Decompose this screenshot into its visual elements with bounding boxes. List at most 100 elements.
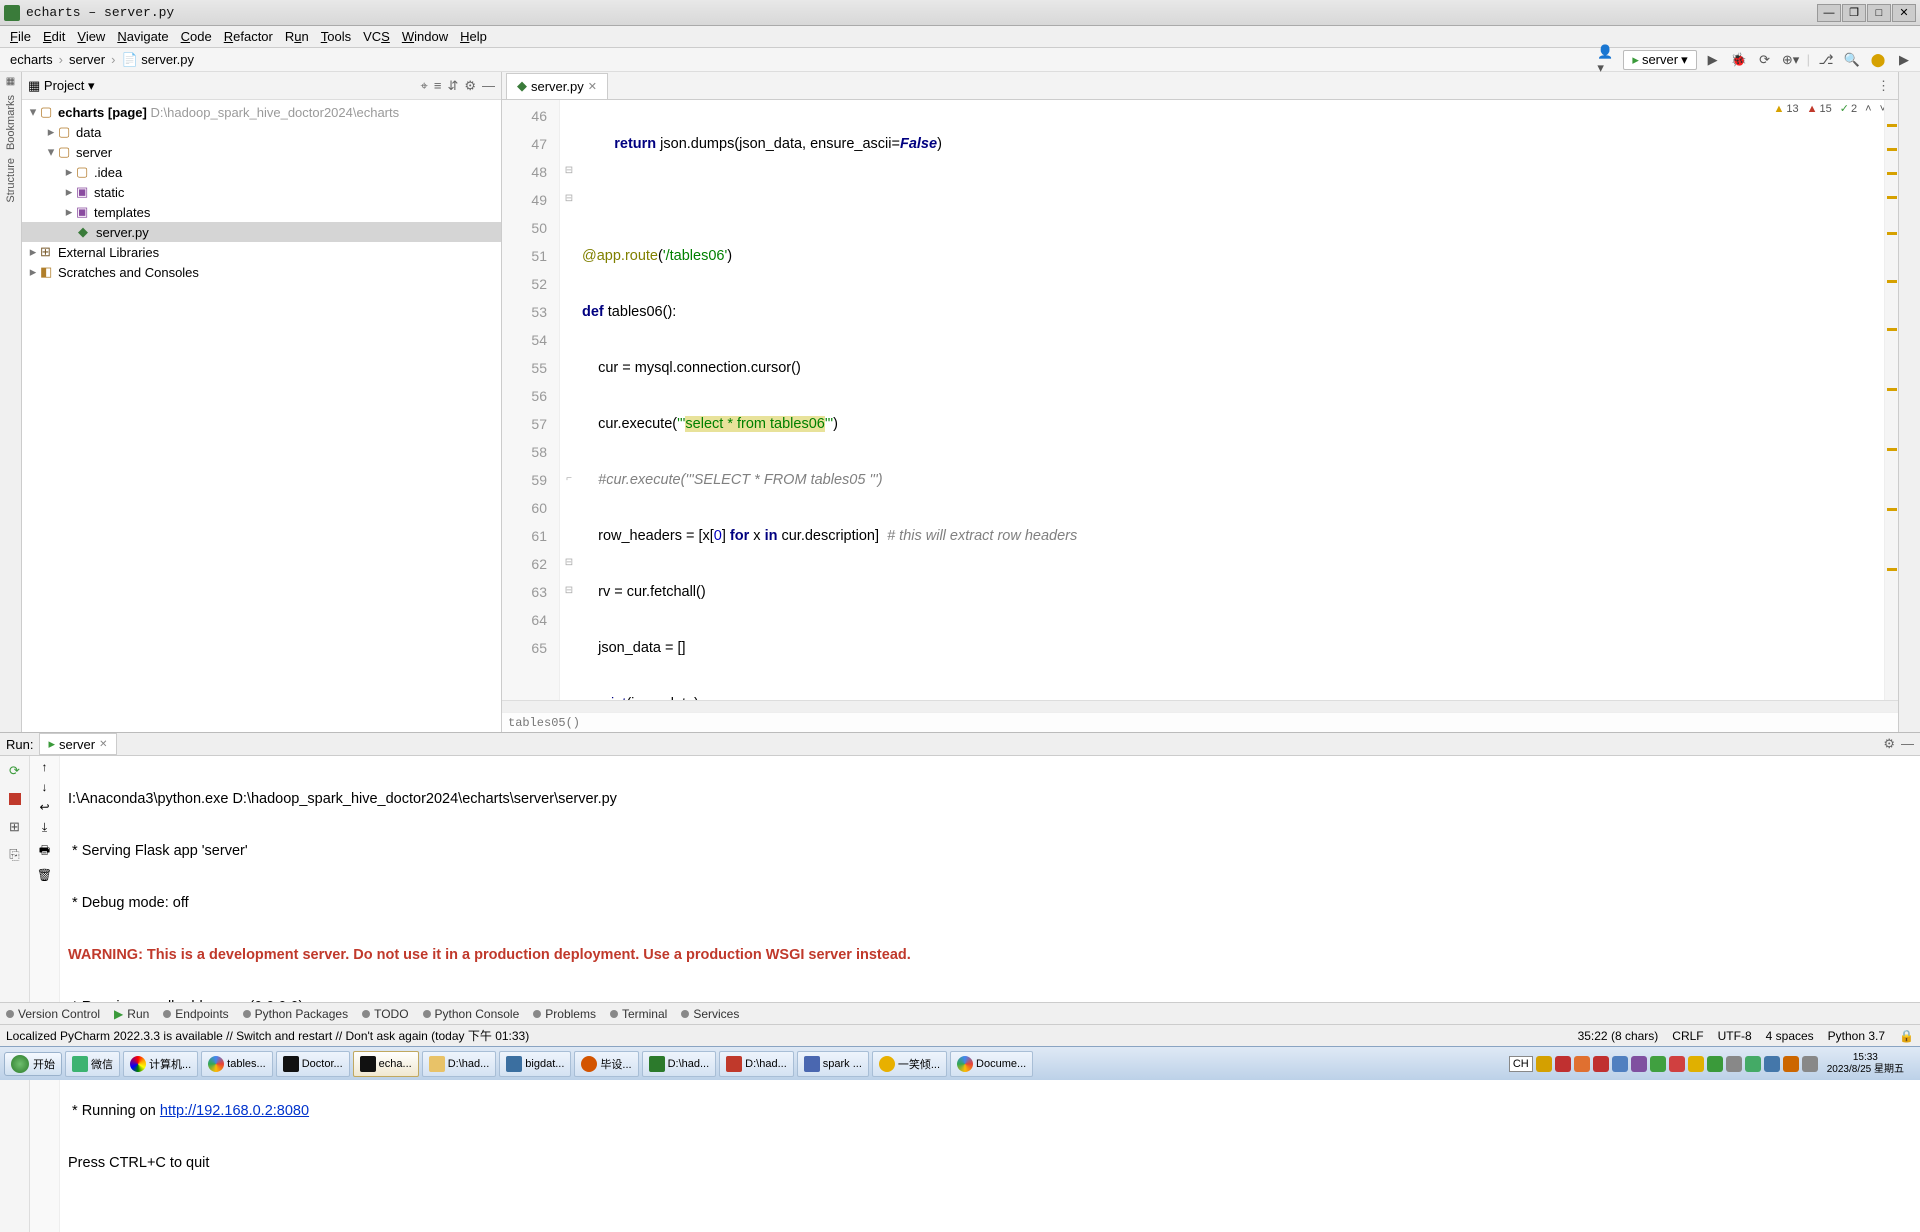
updates-button[interactable]: ⬤ [1868, 50, 1888, 70]
taskbar-item[interactable]: D:\had... [642, 1051, 717, 1077]
gear-icon[interactable]: ⚙ [464, 78, 476, 94]
structure-tool-button[interactable]: Structure [5, 158, 17, 203]
editor-breadcrumb[interactable]: tables05() [502, 712, 1898, 732]
tree-root[interactable]: ▾▢ echarts [page] D:\hadoop_spark_hive_d… [22, 102, 501, 122]
tab-serverpy[interactable]: ◆ server.py ✕ [506, 73, 608, 99]
language-indicator[interactable]: CH [1509, 1056, 1533, 1072]
scroll-end-button[interactable]: ⤓ [42, 820, 47, 835]
tool-endpoints[interactable]: Endpoints [163, 1007, 228, 1021]
taskbar-item[interactable]: 微信 [65, 1051, 120, 1077]
search-button[interactable]: 🔍 [1842, 50, 1862, 70]
indent-setting[interactable]: 4 spaces [1766, 1029, 1814, 1043]
tool-todo[interactable]: TODO [362, 1007, 408, 1021]
layout-button[interactable]: ⊞ [4, 816, 26, 838]
menu-code[interactable]: Code [175, 26, 218, 48]
taskbar-item[interactable]: 一笑倾... [872, 1051, 947, 1077]
run-config-selector[interactable]: ▸ server ▾ [1623, 50, 1696, 70]
debug-button[interactable]: 🐞 [1729, 50, 1749, 70]
line-separator[interactable]: CRLF [1672, 1029, 1703, 1043]
chevron-up-icon[interactable]: ˄ [1865, 103, 1871, 115]
statusbar-message[interactable]: Localized PyCharm 2022.3.3 is available … [6, 1027, 1578, 1044]
error-stripe[interactable] [1884, 100, 1898, 700]
tool-run[interactable]: ▶Run [114, 1007, 149, 1021]
menu-tools[interactable]: Tools [315, 26, 357, 48]
rerun-button[interactable]: ⟳ [4, 760, 26, 782]
tray-icon[interactable] [1745, 1056, 1761, 1072]
profile-button[interactable]: ⊕▾ [1781, 50, 1801, 70]
tree-server[interactable]: ▾▢server [22, 142, 501, 162]
tool-services[interactable]: Services [681, 1007, 739, 1021]
vcs-button[interactable]: ⎇ [1816, 50, 1836, 70]
taskbar-item[interactable]: 毕设... [574, 1051, 638, 1077]
locate-icon[interactable]: ⌖ [421, 78, 428, 94]
bookmarks-tool-button[interactable]: Bookmarks [5, 95, 17, 150]
add-user-icon[interactable]: 👤▾ [1597, 50, 1617, 70]
tool-version-control[interactable]: Version Control [6, 1007, 100, 1021]
down-trace-button[interactable]: ↓ [42, 780, 48, 794]
caret-position[interactable]: 35:22 (8 chars) [1578, 1029, 1659, 1043]
taskbar-item[interactable]: Doctor... [276, 1051, 350, 1077]
taskbar-item[interactable]: bigdat... [499, 1051, 571, 1077]
forward-button[interactable]: ▶ [1894, 50, 1914, 70]
tool-python-packages[interactable]: Python Packages [243, 1007, 348, 1021]
tray-icon[interactable] [1669, 1056, 1685, 1072]
tray-icon[interactable] [1707, 1056, 1723, 1072]
pin-button[interactable]: ⎘ [4, 844, 26, 866]
taskbar-item[interactable]: Docume... [950, 1051, 1033, 1077]
tool-terminal[interactable]: Terminal [610, 1007, 667, 1021]
menu-file[interactable]: File [4, 26, 37, 48]
menu-help[interactable]: Help [454, 26, 493, 48]
collapse-icon[interactable]: ⇵ [447, 78, 458, 94]
tree-static[interactable]: ▸▣static [22, 182, 501, 202]
close-icon[interactable]: ✕ [99, 739, 107, 750]
run-console[interactable]: I:\Anaconda3\python.exe D:\hadoop_spark_… [60, 756, 1920, 1232]
tray-icon[interactable] [1688, 1056, 1704, 1072]
menu-refactor[interactable]: Refactor [218, 26, 279, 48]
inspection-warnings[interactable]: 13 [1774, 103, 1799, 115]
tree-external-libraries[interactable]: ▸⊞External Libraries [22, 242, 501, 262]
crumb-file[interactable]: 📄 server.py [117, 52, 198, 68]
tray-icon[interactable] [1783, 1056, 1799, 1072]
project-view-selector[interactable]: ▦ Project ▾ [28, 78, 95, 94]
tray-icon[interactable] [1574, 1056, 1590, 1072]
minimize-button[interactable]: — [1817, 4, 1841, 22]
run-button[interactable]: ▶ [1703, 50, 1723, 70]
menu-window[interactable]: Window [396, 26, 454, 48]
taskbar-item[interactable]: spark ... [797, 1051, 869, 1077]
close-button[interactable]: ✕ [1892, 4, 1916, 22]
coverage-button[interactable]: ⟳ [1755, 50, 1775, 70]
maximize-button[interactable]: □ [1867, 4, 1891, 22]
tray-clock[interactable]: 15:33 2023/8/25 星期五 [1821, 1052, 1910, 1076]
soft-wrap-button[interactable]: ↩ [39, 800, 49, 814]
print-button[interactable]: 🖶 [39, 841, 50, 862]
file-encoding[interactable]: UTF-8 [1718, 1029, 1752, 1043]
console-link-lan[interactable]: http://192.168.0.2:8080 [160, 1103, 309, 1119]
taskbar-item-active[interactable]: echa... [353, 1051, 419, 1077]
menu-run[interactable]: Run [279, 26, 315, 48]
interpreter[interactable]: Python 3.7 [1828, 1029, 1885, 1043]
inspections-widget[interactable]: 13 15 2 ˄ ˅ [1774, 102, 1887, 115]
tool-python-console[interactable]: Python Console [423, 1007, 520, 1021]
hide-run-icon[interactable]: — [1901, 736, 1914, 752]
tray-icon[interactable] [1593, 1056, 1609, 1072]
tray-icon[interactable] [1555, 1056, 1571, 1072]
tray-icon[interactable] [1650, 1056, 1666, 1072]
hide-icon[interactable]: — [482, 78, 495, 94]
up-trace-button[interactable]: ↑ [42, 760, 48, 774]
clear-button[interactable]: 🗑 [37, 868, 52, 882]
inspection-typos[interactable]: 2 [1840, 102, 1857, 115]
menu-view[interactable]: View [71, 26, 111, 48]
tray-icon[interactable] [1726, 1056, 1742, 1072]
inspection-weak[interactable]: 15 [1807, 103, 1832, 115]
editor-horizontal-scrollbar[interactable] [502, 700, 1898, 712]
menu-navigate[interactable]: Navigate [111, 26, 174, 48]
expand-icon[interactable]: ≡ [434, 78, 442, 94]
tray-icon[interactable] [1802, 1056, 1818, 1072]
lock-icon[interactable]: 🔒 [1899, 1029, 1914, 1043]
tray-icon[interactable] [1536, 1056, 1552, 1072]
tree-scratches[interactable]: ▸◧Scratches and Consoles [22, 262, 501, 282]
taskbar-item[interactable]: D:\had... [422, 1051, 497, 1077]
menu-edit[interactable]: Edit [37, 26, 71, 48]
menu-vcs[interactable]: VCS [357, 26, 396, 48]
crumb-folder[interactable]: server [65, 52, 109, 67]
